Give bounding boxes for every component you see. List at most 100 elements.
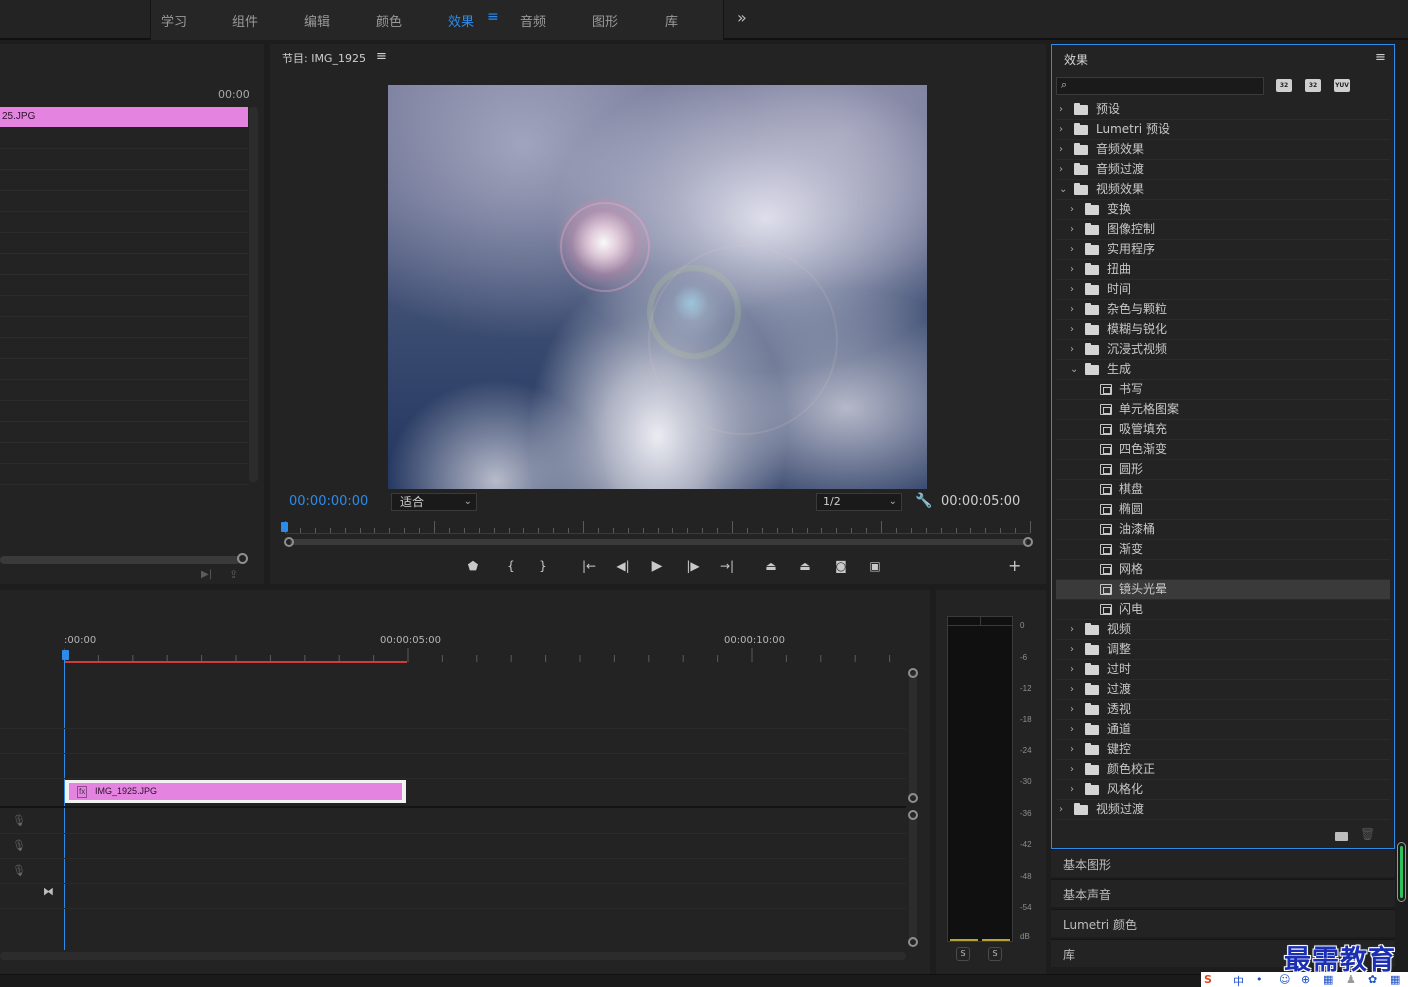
effect-folder[interactable]: › 过渡 xyxy=(1056,680,1390,700)
effect-item[interactable]: 镜头光晕 xyxy=(1056,580,1390,600)
zoom-handle-left[interactable] xyxy=(284,537,294,547)
chevron-right-icon[interactable]: › xyxy=(1070,220,1074,239)
ime-chinese-toggle[interactable]: 中 xyxy=(1233,973,1244,987)
effect-item[interactable]: 吸管填充 xyxy=(1056,420,1390,440)
ime-punctuation-icon[interactable]: • xyxy=(1256,973,1263,986)
effect-folder[interactable]: › 过时 xyxy=(1056,660,1390,680)
ime-logo-icon[interactable]: S xyxy=(1204,973,1212,986)
chevron-right-icon[interactable]: › xyxy=(1070,700,1074,719)
chevron-right-icon[interactable]: › xyxy=(1070,640,1074,659)
effect-folder[interactable]: › 颜色校正 xyxy=(1056,760,1390,780)
effect-item[interactable]: 单元格图案 xyxy=(1056,400,1390,420)
chevron-right-icon[interactable]: › xyxy=(1070,320,1074,339)
effect-item[interactable]: 圆形 xyxy=(1056,460,1390,480)
hamburger-icon[interactable]: ≡ xyxy=(487,9,499,25)
chevron-down-icon[interactable]: ⌄ xyxy=(1059,180,1067,199)
comparison-view-button[interactable]: ▣ xyxy=(862,556,888,576)
effect-folder[interactable]: › 图像控制 xyxy=(1056,220,1390,240)
tab-color[interactable]: 颜色 xyxy=(376,11,402,30)
work-area-bar[interactable] xyxy=(64,661,407,663)
panel-scrollbar[interactable] xyxy=(1397,842,1406,902)
chevron-double-right-icon[interactable]: » xyxy=(737,8,747,27)
play-button[interactable]: ▶ xyxy=(644,556,670,576)
program-playhead[interactable] xyxy=(281,522,288,532)
effect-folder[interactable]: › 视频过渡 xyxy=(1056,800,1390,820)
panel-essential-graphics[interactable]: 基本图形 xyxy=(1051,849,1395,877)
effect-folder[interactable]: ⌄ 生成 xyxy=(1056,360,1390,380)
video-track-scrollbar[interactable] xyxy=(909,672,917,798)
mark-in-button[interactable]: { xyxy=(498,556,524,576)
chevron-right-icon[interactable]: › xyxy=(1070,280,1074,299)
add-marker-button[interactable]: ⬟ xyxy=(460,556,486,576)
program-zoom-bar[interactable] xyxy=(290,539,1027,545)
vertical-scrollbar[interactable] xyxy=(249,107,258,482)
ime-voice-icon[interactable]: ⊕ xyxy=(1301,973,1310,986)
effect-folder[interactable]: › 变换 xyxy=(1056,200,1390,220)
effect-item[interactable]: 四色渐变 xyxy=(1056,440,1390,460)
effects-search-input[interactable]: ⌕ xyxy=(1056,77,1264,95)
effect-folder[interactable]: › 键控 xyxy=(1056,740,1390,760)
effect-item[interactable]: 书写 xyxy=(1056,380,1390,400)
scroll-handle[interactable] xyxy=(908,793,918,803)
snap-icon[interactable]: ⧓ xyxy=(43,885,54,898)
effect-folder[interactable]: › 调整 xyxy=(1056,640,1390,660)
effect-folder[interactable]: › 视频 xyxy=(1056,620,1390,640)
effect-folder[interactable]: › 杂色与颗粒 xyxy=(1056,300,1390,320)
playhead-timecode[interactable]: 00:00:00:00 xyxy=(289,494,368,509)
effect-folder[interactable]: ⌄ 视频效果 xyxy=(1056,180,1390,200)
effect-item[interactable]: 油漆桶 xyxy=(1056,520,1390,540)
fit-select[interactable]: 适合 ⌄ xyxy=(391,493,477,511)
chevron-right-icon[interactable]: › xyxy=(1059,160,1063,179)
chevron-right-icon[interactable]: › xyxy=(1059,800,1063,819)
plus-icon[interactable]: + xyxy=(1008,556,1021,575)
chevron-down-icon[interactable]: ⌄ xyxy=(1070,360,1078,379)
32bit-filter-icon[interactable]: 32 xyxy=(1305,79,1321,92)
chevron-right-icon[interactable]: › xyxy=(1059,120,1063,139)
tab-audio[interactable]: 音频 xyxy=(520,11,546,30)
effect-folder[interactable]: › Lumetri 预设 xyxy=(1056,120,1390,140)
go-to-out-button[interactable]: →| xyxy=(714,556,740,576)
effect-folder[interactable]: › 模糊与锐化 xyxy=(1056,320,1390,340)
hamburger-icon[interactable]: ≡ xyxy=(376,49,387,64)
scroll-handle[interactable] xyxy=(908,810,918,820)
insert-icon[interactable]: ▶| xyxy=(201,569,212,580)
solo-right-button[interactable]: S xyxy=(988,947,1002,961)
tab-graphics[interactable]: 图形 xyxy=(592,11,618,30)
ime-skin-icon[interactable]: ✿ xyxy=(1368,973,1377,986)
chevron-right-icon[interactable]: › xyxy=(1070,780,1074,799)
chevron-right-icon[interactable]: › xyxy=(1070,340,1074,359)
go-to-in-button[interactable]: |← xyxy=(576,556,602,576)
accelerated-effects-filter-icon[interactable]: 32 xyxy=(1276,79,1292,92)
panel-essential-sound[interactable]: 基本声音 xyxy=(1051,879,1395,907)
timeline-clip[interactable]: fx IMG_1925.JPG xyxy=(65,780,406,803)
effect-folder[interactable]: › 音频过渡 xyxy=(1056,160,1390,180)
solo-left-button[interactable]: S xyxy=(956,947,970,961)
resolution-select[interactable]: 1/2 ⌄ xyxy=(816,493,902,511)
effect-folder[interactable]: › 扭曲 xyxy=(1056,260,1390,280)
program-ruler[interactable] xyxy=(285,520,1031,534)
effect-folder[interactable]: › 通道 xyxy=(1056,720,1390,740)
tab-learning[interactable]: 学习 xyxy=(161,11,187,30)
timeline-ruler[interactable] xyxy=(64,648,908,662)
tab-assembly[interactable]: 组件 xyxy=(232,11,258,30)
chevron-right-icon[interactable]: › xyxy=(1070,680,1074,699)
tab-effects[interactable]: 效果 xyxy=(448,11,474,30)
effect-item[interactable]: 网格 xyxy=(1056,560,1390,580)
effect-item[interactable]: 棋盘 xyxy=(1056,480,1390,500)
chevron-right-icon[interactable]: › xyxy=(1070,240,1074,259)
ime-emoji-icon[interactable]: ☺ xyxy=(1279,973,1290,986)
scroll-handle[interactable] xyxy=(908,937,918,947)
effect-folder[interactable]: › 时间 xyxy=(1056,280,1390,300)
effect-folder[interactable]: › 沉浸式视频 xyxy=(1056,340,1390,360)
tab-libraries[interactable]: 库 xyxy=(665,11,678,30)
microphone-icon[interactable]: 🎙 xyxy=(12,839,26,852)
ime-toolbox-icon[interactable]: ▦ xyxy=(1390,973,1400,986)
timeline-horizontal-scrollbar[interactable] xyxy=(0,952,906,960)
export-icon[interactable]: ⇪ xyxy=(229,568,238,581)
chevron-right-icon[interactable]: › xyxy=(1070,760,1074,779)
chevron-right-icon[interactable]: › xyxy=(1070,660,1074,679)
horizontal-scrollbar[interactable] xyxy=(0,556,240,564)
export-frame-button[interactable]: ◙ xyxy=(828,556,854,576)
mark-out-button[interactable]: } xyxy=(530,556,556,576)
chevron-right-icon[interactable]: › xyxy=(1070,260,1074,279)
